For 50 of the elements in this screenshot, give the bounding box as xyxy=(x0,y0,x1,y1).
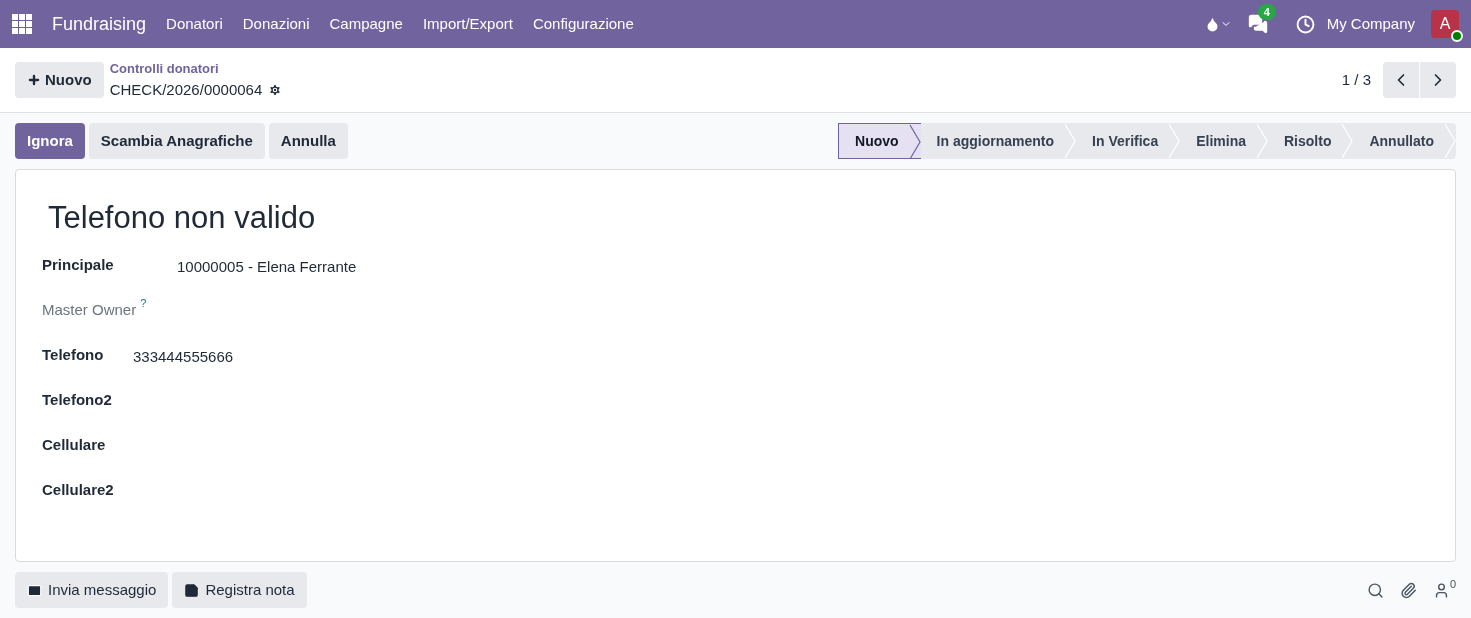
clock-icon[interactable] xyxy=(1295,14,1315,34)
status-stage[interactable]: Nuovo xyxy=(838,123,921,159)
plus-icon xyxy=(27,73,41,87)
action-button[interactable]: Scambia Anagrafiche xyxy=(88,123,265,159)
paperclip-icon[interactable] xyxy=(1399,581,1417,599)
new-button[interactable]: Nuovo xyxy=(15,62,104,98)
record-title: Telefono non valido xyxy=(48,200,317,236)
chat-icon[interactable] xyxy=(1247,14,1268,34)
breadcrumb-link[interactable]: Controlli donatori xyxy=(109,59,283,79)
apps-grid-icon[interactable] xyxy=(12,14,32,34)
action-button[interactable]: Ignora xyxy=(15,123,85,159)
pager-value[interactable]: 1 / 3 xyxy=(1341,68,1371,92)
company-name[interactable]: My Company xyxy=(1326,12,1415,36)
field-label: Cellulare xyxy=(42,435,107,455)
chatter-button[interactable]: Invia messaggio xyxy=(15,572,169,608)
menu-item[interactable]: Import/Export xyxy=(422,12,513,36)
app-name[interactable]: Fundraising xyxy=(52,10,147,38)
chevron-icon xyxy=(908,125,921,159)
field-label: Cellulare2 xyxy=(42,480,115,500)
chevron-icon xyxy=(1341,124,1354,158)
chevron-icon xyxy=(1256,124,1268,158)
chatter-button[interactable]: Registra nota xyxy=(172,572,307,608)
menu-item[interactable]: Configurazione xyxy=(532,12,634,36)
status-stage[interactable]: In aggiornamento xyxy=(920,123,1077,159)
chevron-icon xyxy=(1168,124,1181,158)
status-stage[interactable]: In Verifica xyxy=(1076,123,1181,159)
field-value[interactable]: 10000005 - Elena Ferrante xyxy=(177,256,357,279)
menu-item[interactable]: Donatori xyxy=(166,12,223,36)
note-icon xyxy=(184,582,200,598)
search-icon[interactable] xyxy=(1366,581,1384,599)
settings-icon[interactable] xyxy=(268,82,283,97)
field-label: Principale xyxy=(42,255,115,275)
status-stage[interactable]: Elimina xyxy=(1180,123,1268,159)
field-label: Telefono xyxy=(42,345,105,365)
action-button[interactable]: Annulla xyxy=(268,123,348,159)
status-stage[interactable]: Annullato xyxy=(1353,123,1456,159)
message-count-badge: 4 xyxy=(1257,4,1276,20)
followers-count: 0 xyxy=(1449,576,1456,592)
chevron-icon xyxy=(1064,124,1077,158)
record-name: CHECK/2026/0000064 xyxy=(109,79,263,100)
menu-item[interactable]: Donazioni xyxy=(242,12,310,36)
droplet-icon[interactable] xyxy=(1204,16,1232,32)
field-label: Master Owner ? xyxy=(42,299,148,320)
status-stage[interactable]: Risolto xyxy=(1268,123,1354,159)
field-value[interactable]: 333444555666 xyxy=(133,346,234,369)
field-label: Telefono2 xyxy=(42,390,113,410)
envelope-icon xyxy=(27,582,42,598)
help-tooltip[interactable]: ? xyxy=(140,297,147,309)
chevron-icon xyxy=(1444,124,1456,158)
menu-item[interactable]: Campagne xyxy=(329,12,403,36)
